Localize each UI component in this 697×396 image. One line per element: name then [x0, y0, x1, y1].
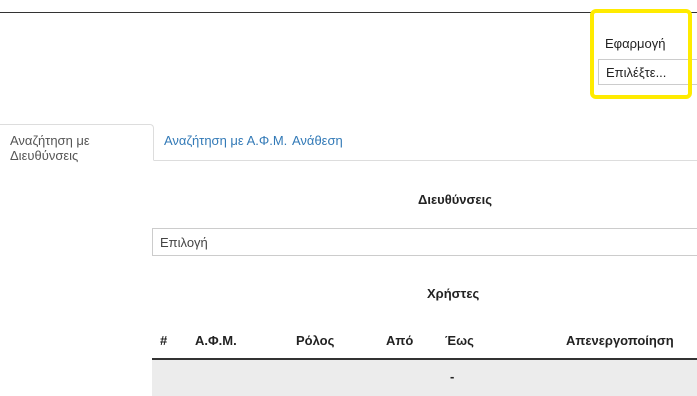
- column-header-deactivation: Απενεργοποίηση: [566, 333, 674, 348]
- tab-assignment[interactable]: Ανάθεση: [292, 133, 343, 148]
- empty-row-placeholder: -: [450, 369, 455, 384]
- column-header-to: Έως: [445, 333, 474, 348]
- column-header-role: Ρόλος: [296, 333, 335, 348]
- tab-label: Αναζήτηση με Διευθύνσεις: [10, 133, 90, 163]
- tab-search-by-addresses[interactable]: Αναζήτηση με Διευθύνσεις: [0, 124, 154, 163]
- column-header-afm: Α.Φ.Μ.: [195, 333, 237, 348]
- address-select[interactable]: Επιλογή: [152, 228, 697, 256]
- address-select-value: Επιλογή: [160, 235, 208, 250]
- table-row: -: [152, 360, 697, 396]
- column-header-from: Από: [386, 333, 414, 348]
- tab-search-by-afm[interactable]: Αναζήτηση με Α.Φ.Μ.: [164, 133, 287, 148]
- highlight-annotation: [590, 9, 692, 99]
- addresses-heading: Διευθύνσεις: [418, 192, 492, 207]
- column-header-number: #: [160, 333, 168, 348]
- users-heading: Χρήστες: [427, 286, 480, 301]
